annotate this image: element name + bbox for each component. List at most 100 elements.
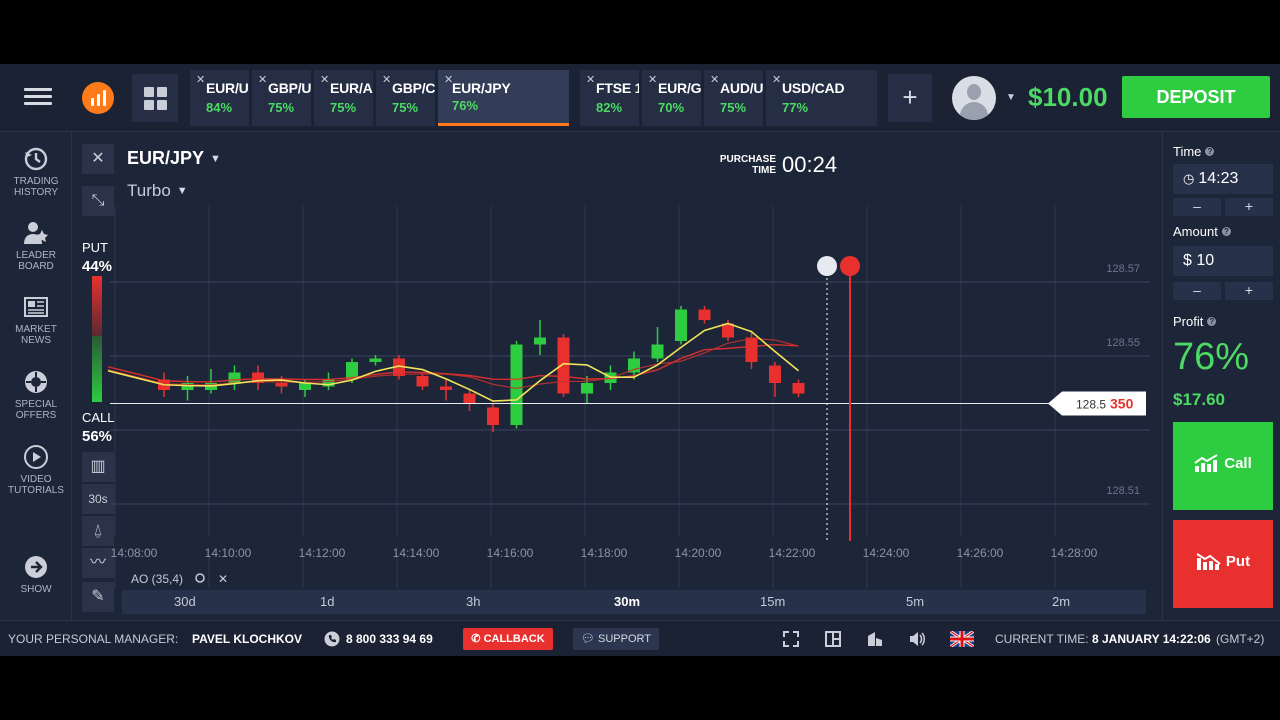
tab-eur-usd[interactable]: ✕EUR/US84% (190, 70, 250, 126)
support-button[interactable]: 💬︎ SUPPORT (573, 628, 659, 650)
chevron-down-icon[interactable]: ▼ (1006, 92, 1016, 103)
x-tick-label: 14:20:00 (675, 546, 722, 560)
candle (510, 344, 523, 425)
y-tick-label: 128.55 (1106, 337, 1140, 349)
price-chart[interactable]: 128.57128.55128.5114:08:0014:08:0014:10:… (100, 196, 1150, 588)
trading-app: ✕EUR/US84% ✕GBP/US75% ✕EUR/AU75% ✕GBP/CA… (0, 64, 1280, 656)
deposit-button[interactable]: DEPOSIT (1122, 76, 1270, 118)
sidebar-item-video-tutorials[interactable]: VIDEO TUTORIALS (0, 444, 72, 496)
x-tick-label: 14:28:00 (1051, 546, 1098, 560)
tab-eur-gbp[interactable]: ✕EUR/GB70% (642, 70, 702, 126)
time-increase-button[interactable]: + (1225, 198, 1273, 216)
timeframe-2m[interactable]: 2m (1052, 594, 1070, 609)
close-icon[interactable]: ✕ (82, 144, 114, 174)
asset-selector[interactable]: EUR/JPY ▼ (127, 148, 221, 169)
close-icon: ✕ (218, 572, 228, 586)
close-icon[interactable]: ✕ (320, 73, 329, 86)
candle (440, 386, 452, 390)
news-icon (24, 297, 48, 317)
video-icon (24, 445, 48, 469)
phone-icon (324, 631, 340, 647)
sidebar-item-trading-history[interactable]: TRADING HISTORY (0, 146, 72, 198)
close-icon[interactable]: ✕ (710, 73, 719, 86)
candle (463, 393, 476, 404)
fullscreen-icon[interactable] (782, 630, 800, 648)
timeframe-5m[interactable]: 5m (906, 594, 924, 609)
sound-icon[interactable] (908, 630, 926, 648)
expiry-time-field[interactable]: ◷ 14:23 (1173, 164, 1273, 194)
close-icon[interactable]: ✕ (586, 73, 595, 86)
profit-percent: 76% (1173, 336, 1250, 378)
phone-number[interactable]: 8 800 333 94 69 (346, 632, 433, 646)
stopwatch-icon (817, 256, 837, 276)
candle (369, 358, 382, 362)
current-price-main: 128.5 (1076, 398, 1106, 412)
timeframe-30d[interactable]: 30d (174, 594, 196, 609)
tab-gbp-usd[interactable]: ✕GBP/US75% (252, 70, 312, 126)
call-button[interactable]: Call (1173, 422, 1273, 510)
close-icon[interactable]: ✕ (772, 73, 781, 86)
help-icon[interactable]: ? (1221, 227, 1231, 236)
leaderboard-icon (24, 222, 48, 244)
uk-flag-icon[interactable] (950, 631, 974, 647)
put-button[interactable]: Put (1173, 520, 1273, 608)
close-icon[interactable]: ✕ (648, 73, 657, 86)
candle (275, 383, 288, 387)
amount-decrease-button[interactable]: – (1173, 282, 1221, 300)
bank-icon[interactable] (866, 630, 884, 648)
avatar[interactable] (952, 76, 996, 120)
sidebar-item-special-offers[interactable]: SPECIAL OFFERS (0, 369, 72, 421)
timeframe-3h[interactable]: 3h (466, 594, 480, 609)
hamburger-menu-icon[interactable] (20, 84, 56, 112)
tab-eur-jpy[interactable]: ✕ EUR/JPY 76% (438, 70, 570, 126)
x-tick-label: 14:12:00 (299, 546, 346, 560)
profit-amount: $17.60 (1173, 390, 1225, 409)
tab-aud-usd[interactable]: ✕AUD/US75% (704, 70, 764, 126)
chat-icon: 💬︎ (580, 633, 599, 645)
candle (416, 376, 429, 387)
timezone: (GMT+2) (1216, 632, 1265, 646)
help-icon[interactable]: ? (1205, 147, 1215, 156)
time-decrease-button[interactable]: – (1173, 198, 1221, 216)
layout-icon[interactable] (824, 630, 842, 648)
x-tick-label: 14:26:00 (957, 546, 1004, 560)
timeframe-15m[interactable]: 15m (760, 594, 785, 609)
close-icon[interactable]: ✕ (196, 73, 205, 86)
profit-label: Profit? (1173, 314, 1217, 329)
time-label: Time? (1173, 144, 1215, 159)
close-icon[interactable]: ✕ (258, 73, 267, 86)
sidebar-show-button[interactable]: SHOW (0, 554, 72, 595)
help-icon[interactable]: ? (1207, 317, 1217, 326)
timeframe-1d[interactable]: 1d (320, 594, 334, 609)
sidebar-item-market-news[interactable]: MARKET NEWS (0, 294, 72, 346)
amount-increase-button[interactable]: + (1225, 282, 1273, 300)
chart-down-icon (1196, 553, 1221, 570)
candle (698, 309, 711, 320)
tab-gbp-cad[interactable]: ✕GBP/CA75% (376, 70, 436, 126)
gear-icon (195, 573, 205, 583)
close-icon[interactable]: ✕ (382, 73, 391, 86)
timeframe-30m[interactable]: 30m (614, 594, 640, 609)
callback-button[interactable]: ✆ CALLBACK (463, 628, 553, 650)
tab-usd-cad[interactable]: ✕ USD/CAD 77% (766, 70, 878, 126)
candle (557, 337, 570, 394)
arrow-right-icon (25, 556, 47, 578)
tab-ftse-100[interactable]: ✕FTSE 1082% (580, 70, 640, 126)
current-price-tail: 350 (1110, 396, 1134, 412)
candle (769, 365, 781, 383)
amount-label: Amount? (1173, 224, 1231, 239)
candle (792, 383, 805, 394)
add-tab-button[interactable]: + (888, 74, 932, 122)
tab-eur-aud[interactable]: ✕EUR/AU75% (314, 70, 374, 126)
app-logo-icon[interactable] (82, 82, 114, 114)
asset-grid-icon[interactable] (132, 74, 178, 122)
amount-field[interactable]: $ 10 (1173, 246, 1273, 276)
account-balance[interactable]: $10.00 (1028, 82, 1108, 113)
y-tick-label: 128.57 (1106, 263, 1140, 275)
finish-flag-icon (840, 256, 860, 276)
current-time-label: CURRENT TIME: (995, 632, 1089, 646)
x-tick-label: 14:08:00 (111, 546, 158, 560)
close-icon[interactable]: ✕ (444, 73, 453, 86)
chevron-down-icon: ▼ (210, 153, 221, 165)
sidebar-item-leader-board[interactable]: LEADER BOARD (0, 220, 72, 272)
